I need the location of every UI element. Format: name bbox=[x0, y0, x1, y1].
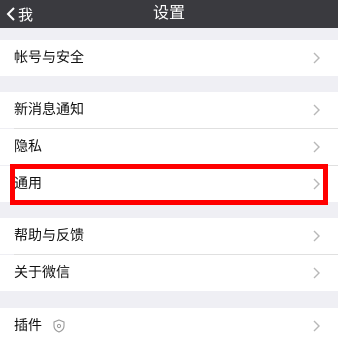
settings-item-plugins[interactable]: 插件 bbox=[0, 308, 338, 344]
nav-bar: 我 设置 bbox=[0, 0, 338, 28]
chevron-right-icon bbox=[313, 320, 320, 332]
settings-item-privacy[interactable]: 隐私 bbox=[0, 129, 338, 165]
settings-item-help-feedback[interactable]: 帮助与反馈 bbox=[0, 218, 338, 254]
item-label: 隐私 bbox=[14, 139, 42, 155]
chevron-right-icon bbox=[313, 52, 320, 64]
chevron-right-icon bbox=[313, 230, 320, 242]
chevron-right-icon bbox=[313, 141, 320, 153]
plugin-shield-icon bbox=[53, 319, 65, 333]
item-label: 关于微信 bbox=[14, 265, 70, 281]
chevron-right-icon bbox=[313, 104, 320, 116]
item-label: 插件 bbox=[14, 318, 42, 334]
settings-item-about[interactable]: 关于微信 bbox=[0, 255, 338, 291]
page-title: 设置 bbox=[152, 3, 185, 22]
chevron-right-icon bbox=[313, 178, 320, 190]
item-label: 帐号与安全 bbox=[14, 50, 84, 66]
settings-item-account-security[interactable]: 帐号与安全 bbox=[0, 40, 338, 76]
item-label: 通用 bbox=[14, 176, 42, 192]
item-label: 帮助与反馈 bbox=[14, 228, 84, 244]
chevron-right-icon bbox=[313, 267, 320, 279]
settings-item-general[interactable]: 通用 bbox=[0, 166, 338, 202]
item-label: 新消息通知 bbox=[14, 102, 84, 118]
settings-item-notifications[interactable]: 新消息通知 bbox=[0, 92, 338, 128]
